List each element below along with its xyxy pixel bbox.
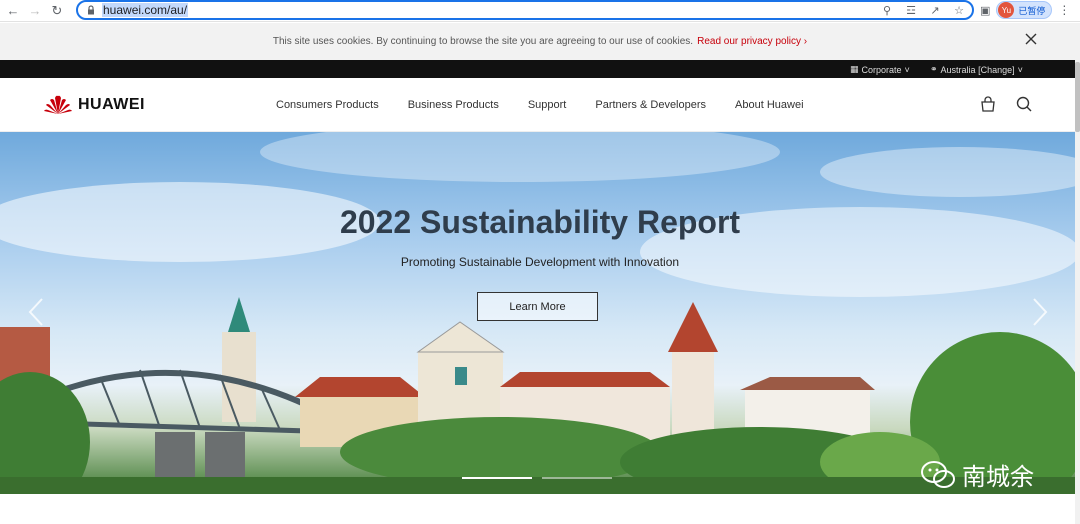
menu-kebab-icon[interactable]: ⋮	[1058, 3, 1070, 17]
watermark-text: 南城余	[962, 464, 1034, 491]
huawei-flower-icon	[44, 95, 72, 114]
chevron-left-icon[interactable]	[28, 297, 44, 327]
profile-button[interactable]: Yu 已暂停	[996, 1, 1053, 19]
hero-title: 2022 Sustainability Report	[339, 204, 741, 240]
carousel-dot-2[interactable]	[542, 477, 612, 479]
nav-about-huawei[interactable]: About Huawei	[735, 99, 804, 111]
translate-icon[interactable]: ☲	[904, 3, 918, 17]
region-selector[interactable]: ⚭ Australia [Change] ˅	[930, 64, 1023, 75]
carousel-indicators	[462, 477, 612, 479]
cookie-banner: This site uses cookies. By continuing to…	[0, 23, 1080, 60]
grid-icon: ▦	[850, 64, 859, 74]
wechat-watermark: 南城余	[920, 457, 1034, 492]
privacy-policy-link[interactable]: Read our privacy policy ›	[697, 36, 807, 47]
wechat-icon	[921, 460, 955, 488]
main-nav: Consumers Products Business Products Sup…	[276, 99, 804, 111]
scrollbar-thumb[interactable]	[1075, 62, 1080, 132]
hero-banner[interactable]: 2022 Sustainability Report Promoting Sus…	[0, 132, 1075, 494]
nav-business-products[interactable]: Business Products	[408, 99, 499, 111]
site-header: HUAWEI Consumers Products Business Produ…	[0, 78, 1080, 132]
close-icon[interactable]	[1024, 32, 1038, 46]
corporate-selector[interactable]: ▦ Corporate ˅	[850, 64, 910, 75]
profile-status: 已暂停	[1018, 5, 1046, 16]
region-label: Australia [Change]	[940, 64, 1015, 75]
shopping-bag-icon[interactable]	[980, 96, 996, 112]
search-icon[interactable]	[1016, 96, 1032, 112]
utility-bar: ▦ Corporate ˅ ⚭ Australia [Change] ˅	[0, 60, 1080, 78]
browser-toolbar: ← → ↻ huawei.com/au/ ⚲ ☲ ↗ ☆ ▣ Yu 已暂停 ⋮	[0, 0, 1080, 22]
url-text[interactable]: huawei.com/au/	[102, 3, 189, 17]
globe-icon: ⚭	[930, 64, 938, 74]
zoom-icon[interactable]: ⚲	[880, 3, 894, 17]
nav-partners-developers[interactable]: Partners & Developers	[595, 99, 706, 111]
cookie-message: This site uses cookies. By continuing to…	[272, 36, 694, 47]
logo-text: HUAWEI	[78, 96, 145, 113]
share-icon[interactable]: ↗	[928, 3, 942, 17]
forward-icon[interactable]: →	[26, 2, 44, 20]
corporate-label: Corporate	[861, 64, 902, 75]
learn-more-button[interactable]: Learn More	[477, 292, 598, 321]
page-scrollbar[interactable]	[1075, 60, 1080, 524]
address-bar[interactable]: huawei.com/au/ ⚲ ☲ ↗ ☆	[76, 0, 974, 20]
side-panel-icon[interactable]: ▣	[980, 4, 990, 17]
carousel-dot-1[interactable]	[462, 477, 532, 479]
reload-icon[interactable]: ↻	[48, 2, 66, 20]
chevron-down-icon: ˅	[904, 64, 910, 75]
back-icon[interactable]: ←	[4, 2, 22, 20]
nav-consumers-products[interactable]: Consumers Products	[276, 99, 379, 111]
lock-icon	[88, 5, 94, 15]
hero-subtitle: Promoting Sustainable Development with I…	[400, 255, 680, 269]
huawei-logo[interactable]: HUAWEI	[44, 95, 145, 115]
chevron-down-icon: ˅	[1017, 64, 1023, 75]
bookmark-star-icon[interactable]: ☆	[952, 3, 966, 17]
avatar: Yu	[998, 2, 1015, 18]
nav-support[interactable]: Support	[528, 99, 567, 111]
chevron-right-icon[interactable]	[1032, 297, 1048, 327]
